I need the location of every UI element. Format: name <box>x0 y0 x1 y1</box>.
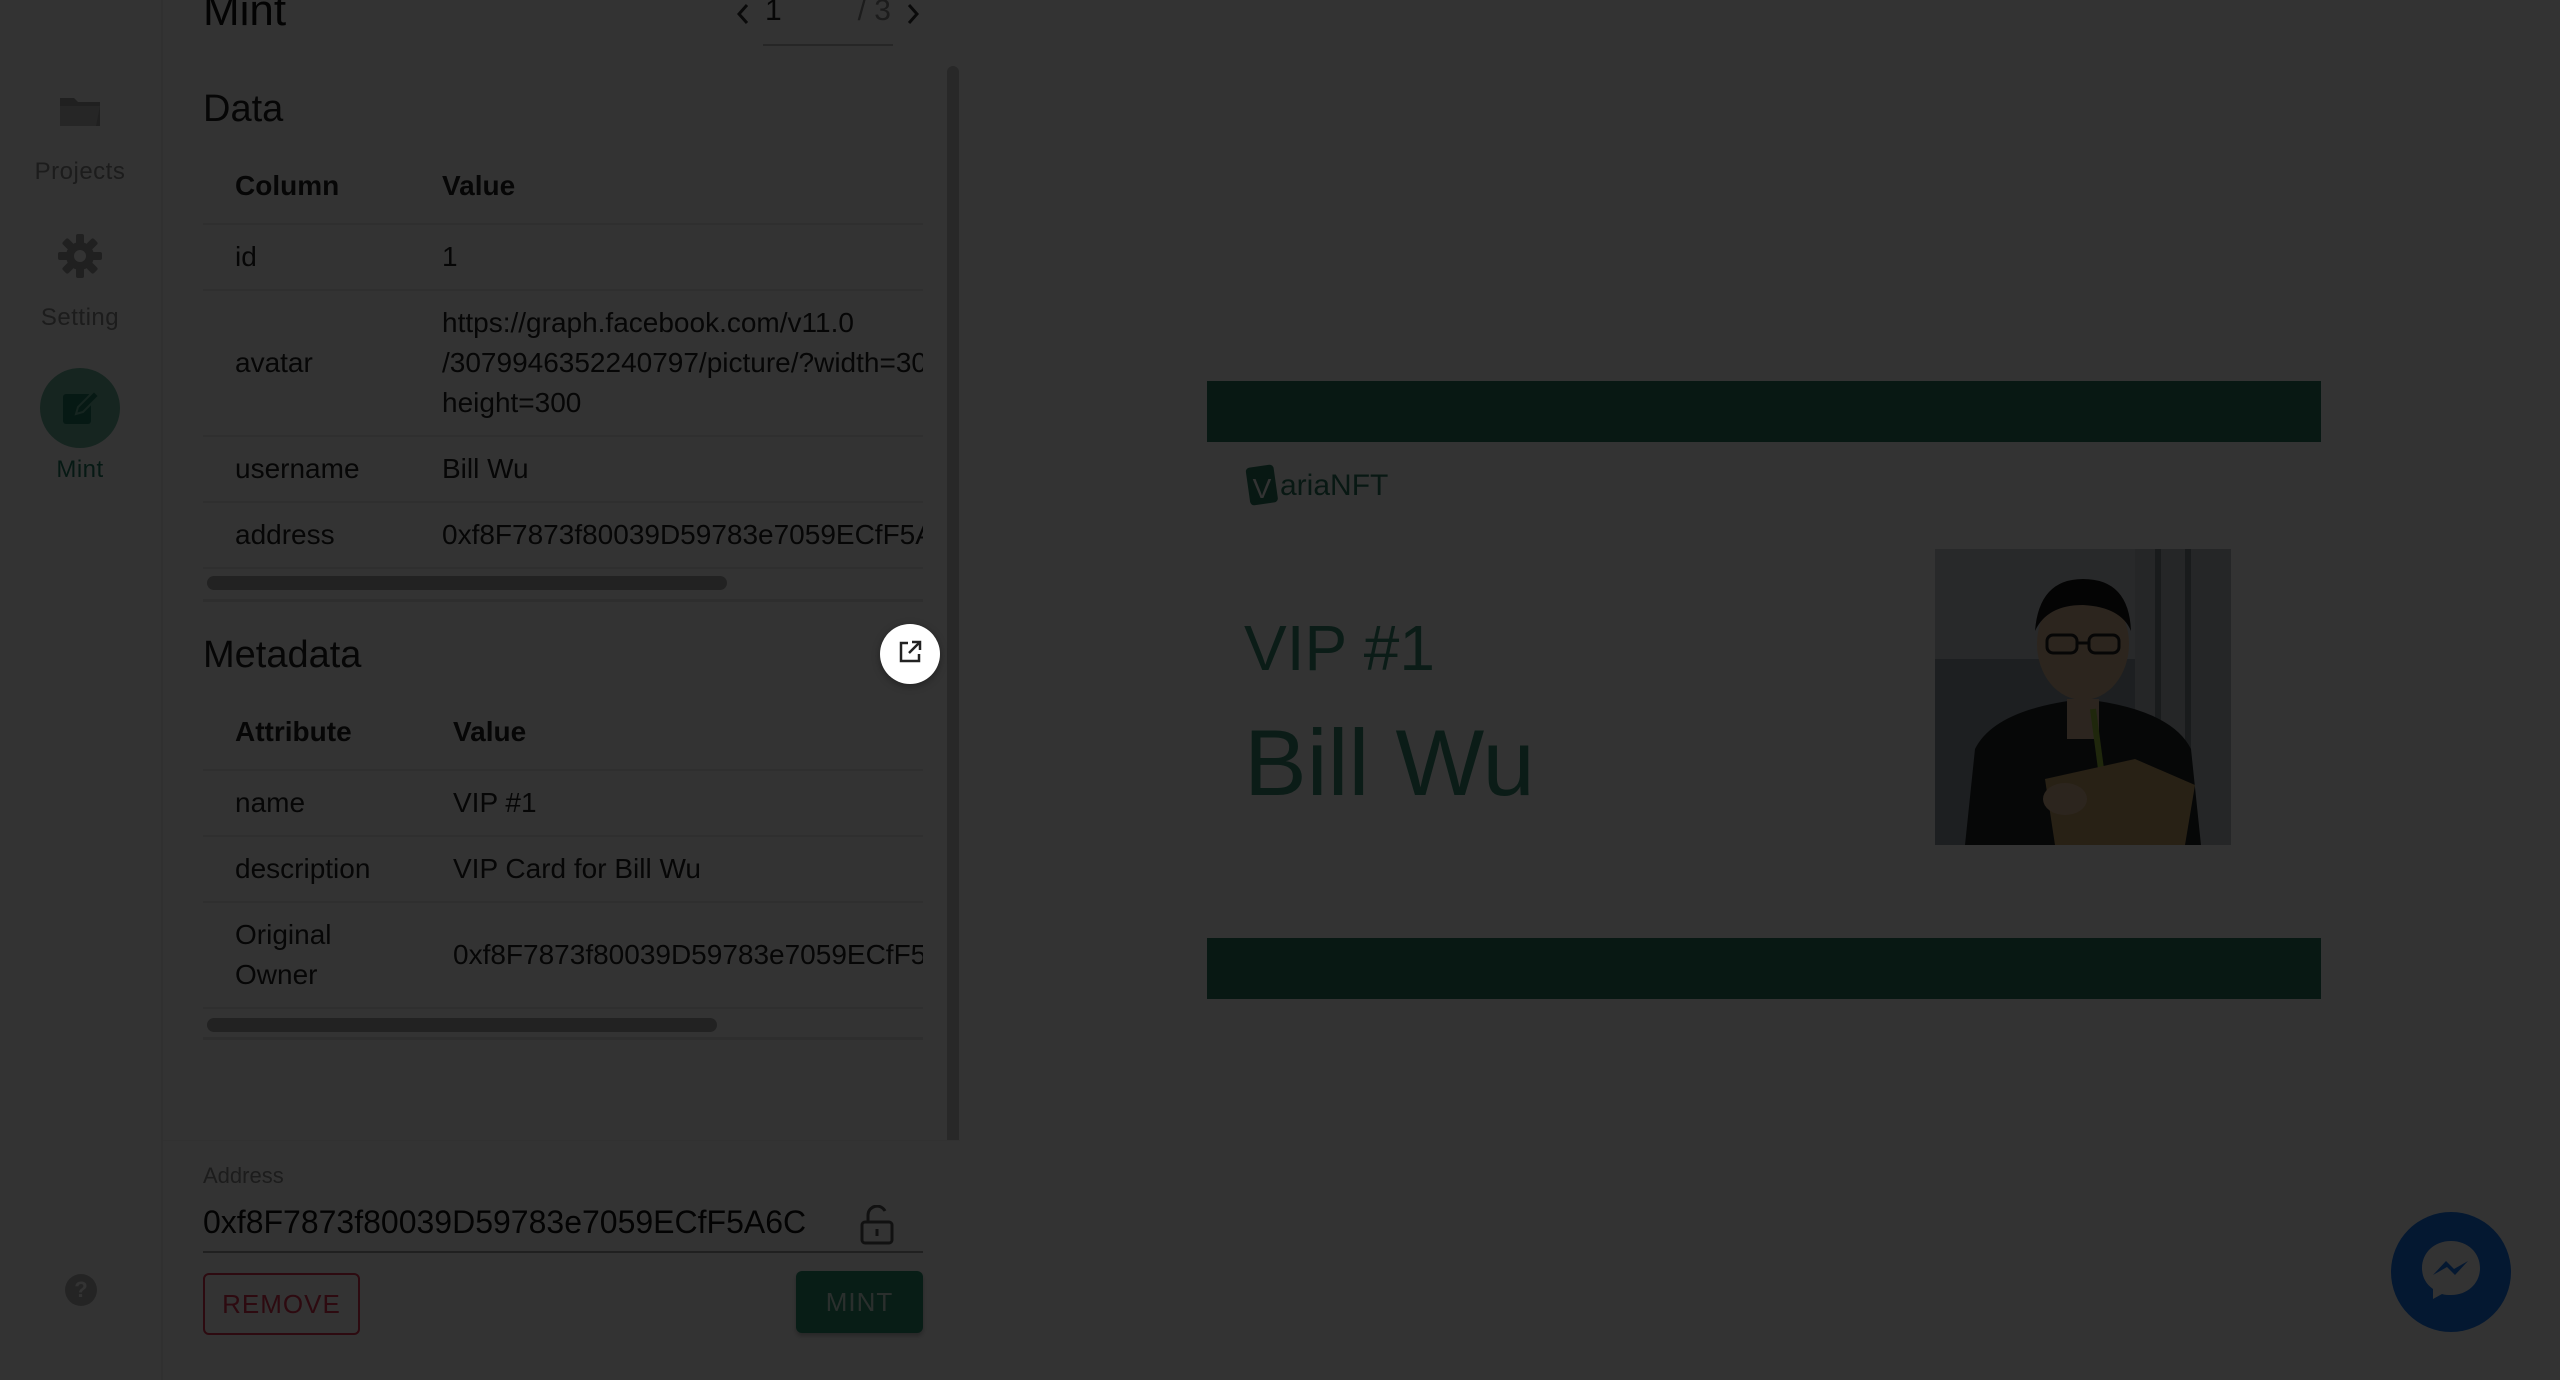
cell-value: 0xf8F7873f80039D59783e7059ECfF5A6C <box>410 502 923 569</box>
sidebar-item-label: Setting <box>40 304 120 331</box>
sidebar-item-projects[interactable]: Projects <box>0 70 160 220</box>
sidebar-item-label: Projects <box>34 158 126 185</box>
cell-column: address <box>203 502 410 569</box>
sidebar-item-setting[interactable]: Setting <box>0 216 160 366</box>
chevron-left-icon[interactable] <box>723 0 763 34</box>
messenger-icon <box>2416 1235 2486 1310</box>
address-area: Address 0xf8F7873f80039D59783e7059ECfF5A… <box>163 1140 960 1380</box>
cell-value-line: height=300 <box>442 387 582 418</box>
data-section-title: Data <box>203 88 284 130</box>
sidebar-item-label: Mint <box>56 456 104 483</box>
logo-icon: V <box>1245 464 1278 506</box>
column-header: Attribute <box>203 694 421 771</box>
cell-value: 1 <box>410 224 923 291</box>
horizontal-scrollbar[interactable] <box>207 576 727 590</box>
logo-letter: V <box>1253 473 1272 504</box>
table-row: avatar https://graph.facebook.com/v11.0 … <box>203 290 923 437</box>
cell-attribute-line: Owner <box>235 959 318 990</box>
cell-column: id <box>203 224 410 291</box>
card-bottom-bar <box>1207 938 2321 999</box>
table-header-row: Attribute Value <box>203 694 923 771</box>
unlock-icon[interactable] <box>859 1204 895 1250</box>
table-row: name VIP #1 <box>203 770 923 837</box>
card-name: Bill Wu <box>1244 710 1535 815</box>
table-header-row: Column Value <box>203 148 923 225</box>
page-current: 1 <box>765 0 782 27</box>
pager: 1 / 3 <box>723 0 933 46</box>
cell-value: 0xf8F7873f80039D59783e7059ECfF5A6C <box>421 902 923 1009</box>
data-table: Column Value id 1 avatar https://graph.f… <box>203 148 923 602</box>
folder-icon <box>40 70 120 150</box>
table-row: id 1 <box>203 224 923 291</box>
open-external-button[interactable] <box>880 624 940 684</box>
cell-value-line: /3079946352240797/picture/?width=300& <box>442 347 923 378</box>
edit-icon <box>40 368 120 448</box>
address-value: 0xf8F7873f80039D59783e7059ECfF5A6C <box>203 1203 807 1240</box>
gear-icon <box>40 216 120 296</box>
cell-value: VIP Card for Bill Wu <box>421 836 923 903</box>
logo-text: ariaNFT <box>1280 469 1389 502</box>
table-row: username Bill Wu <box>203 436 923 503</box>
address-label: Address <box>203 1163 284 1188</box>
sidebar-item-mint[interactable]: Mint <box>0 368 160 518</box>
cell-value: VIP #1 <box>421 770 923 837</box>
cell-column: username <box>203 436 410 503</box>
sidebar: Projects Setting Mint ? <box>0 0 163 1380</box>
page-number-input[interactable]: 1 / 3 <box>763 0 893 46</box>
card-top-bar <box>1207 381 2321 442</box>
horizontal-scrollbar[interactable] <box>207 1018 717 1032</box>
cell-attribute: description <box>203 836 421 903</box>
metadata-section-title: Metadata <box>203 634 362 676</box>
table-row: Original Owner 0xf8F7873f80039D59783e705… <box>203 902 923 1009</box>
table-row: address 0xf8F7873f80039D59783e7059ECfF5A… <box>203 502 923 569</box>
cell-attribute: name <box>203 770 421 837</box>
cell-column: avatar <box>203 290 410 437</box>
varianft-logo: V ariaNFT <box>1244 464 1388 508</box>
mint-button[interactable]: MINT <box>796 1271 923 1333</box>
page-title: Mint <box>203 0 287 35</box>
chevron-right-icon[interactable] <box>893 0 933 34</box>
svg-text:?: ? <box>74 1277 87 1302</box>
table-row: description VIP Card for Bill Wu <box>203 836 923 903</box>
cell-value: Bill Wu <box>410 436 923 503</box>
cell-attribute-line: Original <box>235 919 332 950</box>
column-header: Column <box>203 148 410 225</box>
cell-value-line: https://graph.facebook.com/v11.0 <box>442 307 854 338</box>
cell-value: https://graph.facebook.com/v11.0 /307994… <box>410 290 923 437</box>
nft-card-preview: V ariaNFT VIP #1 Bill Wu <box>1207 381 2321 999</box>
remove-button[interactable]: REMOVE <box>203 1273 360 1335</box>
page-total: / 3 <box>857 0 891 27</box>
messenger-chat-button[interactable] <box>2391 1212 2511 1332</box>
external-link-icon <box>897 639 923 670</box>
card-title: VIP #1 <box>1244 612 1435 684</box>
cell-attribute: Original Owner <box>203 902 421 1009</box>
avatar-photo <box>1935 549 2231 845</box>
metadata-table: Attribute Value name VIP #1 description … <box>203 694 923 1040</box>
help-icon[interactable]: ? <box>64 1273 98 1312</box>
column-header: Value <box>410 148 923 225</box>
address-input[interactable]: 0xf8F7873f80039D59783e7059ECfF5A6C <box>203 1193 923 1253</box>
column-header: Value <box>421 694 923 771</box>
